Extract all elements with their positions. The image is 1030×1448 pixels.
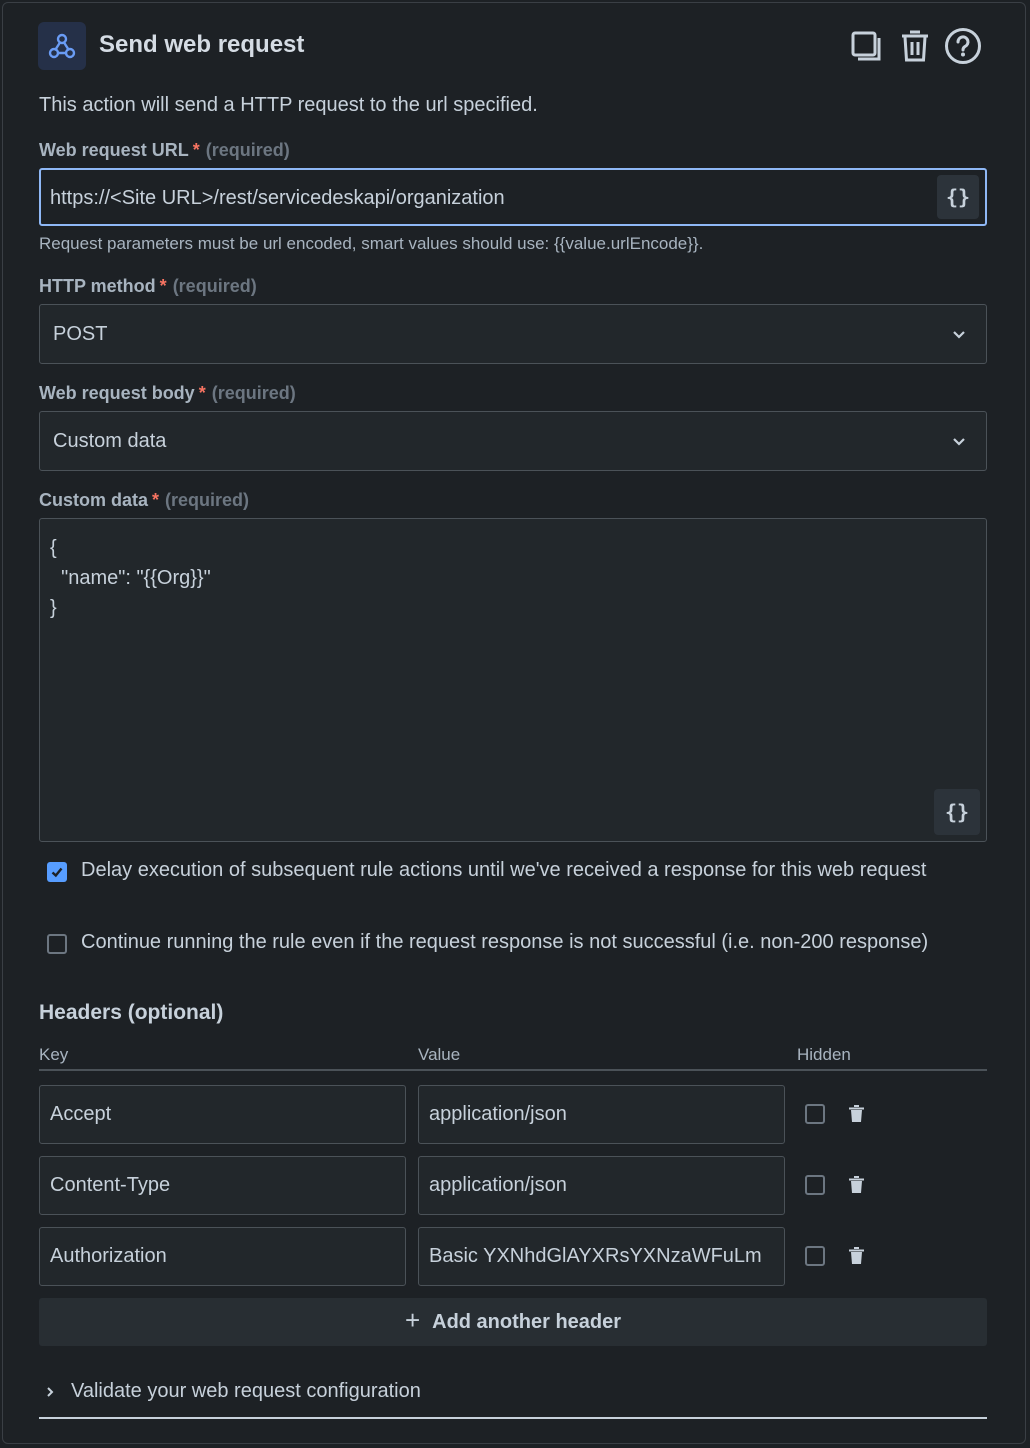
body-label: Web request body * (required) <box>39 383 296 403</box>
header-key-value: Accept <box>50 1103 112 1125</box>
header-hidden-checkbox[interactable] <box>805 1104 825 1124</box>
copy-icon <box>851 31 881 61</box>
chevron-down-icon <box>953 331 965 339</box>
header-key-input[interactable]: Accept <box>39 1085 406 1144</box>
custom-data-textarea[interactable]: { "name": "{{Org}}" } {} <box>39 518 987 842</box>
checkmark-icon <box>51 867 63 878</box>
trash-icon <box>902 30 928 62</box>
delete-header-icon[interactable] <box>848 1176 865 1194</box>
validate-configuration-toggle[interactable]: Validate your web request configuration <box>39 1380 421 1403</box>
header-key-input[interactable]: Authorization <box>39 1227 406 1286</box>
header-hidden-checkbox[interactable] <box>805 1175 825 1195</box>
method-label: HTTP method * (required) <box>39 276 257 296</box>
custom-data-value: { "name": "{{Org}}" } <box>50 537 211 619</box>
url-smart-value-button[interactable]: {} <box>937 175 979 219</box>
header-key-value: Authorization <box>50 1245 167 1267</box>
validate-divider <box>39 1417 987 1419</box>
help-button[interactable] <box>943 26 983 66</box>
header-key-input[interactable]: Content-Type <box>39 1156 406 1215</box>
delay-checkbox[interactable] <box>47 862 67 882</box>
header-value-input[interactable]: Basic YXNhdGlAYXRsYXNzaWFuLm <box>418 1227 785 1286</box>
custom-data-label: Custom data * (required) <box>39 490 250 510</box>
chevron-down-icon <box>953 438 965 446</box>
http-method-value: POST <box>53 322 108 345</box>
url-helper-text: Request parameters must be url encoded, … <box>39 234 704 253</box>
header-hidden-checkbox[interactable] <box>805 1246 825 1266</box>
copy-button[interactable] <box>846 26 886 66</box>
continue-checkbox[interactable] <box>47 934 67 954</box>
braces-icon: {} <box>945 185 971 209</box>
col-hidden-header: Hidden <box>797 1045 851 1064</box>
header-value-value: application/json <box>429 1103 567 1125</box>
delete-header-icon[interactable] <box>848 1105 865 1123</box>
custom-data-smart-value-button[interactable]: {} <box>934 789 980 835</box>
braces-icon: {} <box>944 800 970 824</box>
header-value-value: Basic YXNhdGlAYXRsYXNzaWFuLm <box>429 1245 762 1267</box>
header-value-input[interactable]: application/json <box>418 1085 785 1144</box>
http-method-select[interactable]: POST <box>39 304 987 364</box>
plus-icon: + <box>404 1305 421 1335</box>
url-label: Web request URL * (required) <box>39 140 290 160</box>
help-icon <box>945 28 981 64</box>
url-value: https://<Site URL>/rest/servicedeskapi/o… <box>50 187 505 209</box>
delete-header-icon[interactable] <box>848 1247 865 1265</box>
headers-title: Headers (optional) <box>39 1001 224 1024</box>
header-value-input[interactable]: application/json <box>418 1156 785 1215</box>
webhook-icon <box>38 22 86 70</box>
header-value-value: application/json <box>429 1174 567 1196</box>
action-description: This action will send a HTTP request to … <box>39 94 538 116</box>
validate-label: Validate your web request configuration <box>71 1380 421 1402</box>
add-header-label: Add another header <box>432 1310 622 1333</box>
delete-action-button[interactable] <box>895 26 935 66</box>
url-input[interactable]: https://<Site URL>/rest/servicedeskapi/o… <box>39 168 987 226</box>
chevron-right-icon <box>47 1386 54 1397</box>
col-value-header: Value <box>418 1045 461 1064</box>
delay-checkbox-label: Delay execution of subsequent rule actio… <box>81 859 927 881</box>
request-body-select[interactable]: Custom data <box>39 411 987 471</box>
header-key-value: Content-Type <box>50 1174 171 1196</box>
col-key-header: Key <box>39 1045 69 1064</box>
add-header-button[interactable]: + Add another header <box>39 1298 987 1346</box>
continue-checkbox-label: Continue running the rule even if the re… <box>81 931 929 953</box>
page-title: Send web request <box>99 31 305 58</box>
request-body-value: Custom data <box>53 429 167 452</box>
headers-divider <box>39 1069 987 1071</box>
